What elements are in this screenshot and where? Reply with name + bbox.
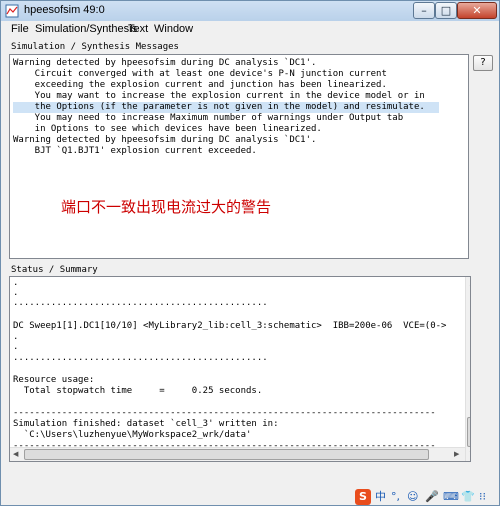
message-line-selected[interactable]: the Options (if the parameter is not giv…: [13, 102, 439, 113]
punctuation-icon[interactable]: °,: [391, 489, 400, 505]
status-line: Resource usage:: [13, 375, 95, 385]
menu-bar: File Simulation/Synthesis Text Window: [1, 21, 499, 39]
status-line: Total stopwatch time = 0.25 seconds.: [13, 386, 263, 396]
scroll-down-icon[interactable]: ▼: [468, 450, 471, 458]
menu-simulation-synthesis[interactable]: Simulation/Synthesis: [35, 23, 137, 35]
scroll-left-icon[interactable]: ◀: [13, 450, 18, 458]
message-line[interactable]: Warning detected by hpeesofsim during DC…: [13, 135, 316, 146]
help-button[interactable]: ?: [473, 55, 493, 71]
chinese-mode-icon[interactable]: 中: [375, 489, 386, 505]
status-line: .: [13, 342, 19, 352]
scroll-thumb[interactable]: [467, 417, 470, 447]
horizontal-scrollbar[interactable]: ◀ ▶: [10, 447, 465, 461]
maximize-button[interactable]: □: [435, 2, 457, 19]
status-line: DC Sweep1[1].DC1[10/10] <MyLibrary2_lib:…: [13, 321, 447, 331]
scroll-right-icon[interactable]: ▶: [454, 450, 459, 458]
hscroll-thumb[interactable]: [24, 449, 429, 460]
status-line: Simulation finished: dataset `cell_3' wr…: [13, 419, 279, 429]
status-line: ........................................…: [13, 353, 268, 363]
message-line[interactable]: BJT `Q1.BJT1' explosion current exceeded…: [13, 146, 257, 157]
annotation-note: 端口不一致出现电流过大的警告: [61, 198, 272, 216]
toolbox-icon[interactable]: ⁝⁝: [479, 489, 486, 505]
status-line: ----------------------------------------…: [13, 408, 436, 418]
message-line[interactable]: in Options to see which devices have bee…: [13, 124, 322, 135]
vertical-scrollbar[interactable]: ▲ ▼: [465, 277, 471, 461]
emoji-icon[interactable]: ☺: [407, 489, 418, 505]
messages-panel[interactable]: Warning detected by hpeesofsim during DC…: [9, 54, 469, 259]
message-line[interactable]: Circuit converged with at least one devi…: [13, 69, 387, 80]
scroll-up-icon[interactable]: ▲: [468, 279, 471, 287]
microphone-icon[interactable]: 🎤: [425, 489, 439, 505]
app-window: hpeesofsim 49:0 – □ ✕ File Simulation/Sy…: [0, 0, 500, 506]
minimize-button[interactable]: –: [413, 2, 435, 19]
menu-file[interactable]: File: [11, 23, 29, 35]
status-line: ........................................…: [13, 298, 268, 308]
messages-label: Simulation / Synthesis Messages: [11, 42, 179, 52]
status-line: `C:\Users\luzhenyue\MyWorkspace2_wrk/dat…: [13, 430, 252, 440]
status-panel[interactable]: . . ....................................…: [9, 276, 471, 462]
status-label: Status / Summary: [11, 265, 98, 275]
skin-icon[interactable]: 👕: [461, 489, 475, 505]
sogou-icon[interactable]: S: [355, 489, 371, 505]
close-button[interactable]: ✕: [457, 2, 497, 19]
message-line[interactable]: You may need to increase Maximum number …: [13, 113, 403, 124]
title-bar[interactable]: hpeesofsim 49:0 – □ ✕: [1, 1, 499, 21]
message-line[interactable]: Warning detected by hpeesofsim during DC…: [13, 58, 316, 69]
app-icon: [5, 4, 19, 18]
keyboard-icon[interactable]: ⌨: [443, 489, 459, 505]
ime-toolbar: S 中 °, ☺ 🎤 ⌨ 👕 ⁝⁝: [351, 489, 499, 505]
window-title: hpeesofsim 49:0: [24, 4, 105, 16]
menu-text[interactable]: Text: [128, 23, 148, 35]
message-line[interactable]: You may want to increase the explosion c…: [13, 91, 425, 102]
menu-window[interactable]: Window: [154, 23, 193, 35]
message-line[interactable]: exceeding the explosion current and junc…: [13, 80, 387, 91]
